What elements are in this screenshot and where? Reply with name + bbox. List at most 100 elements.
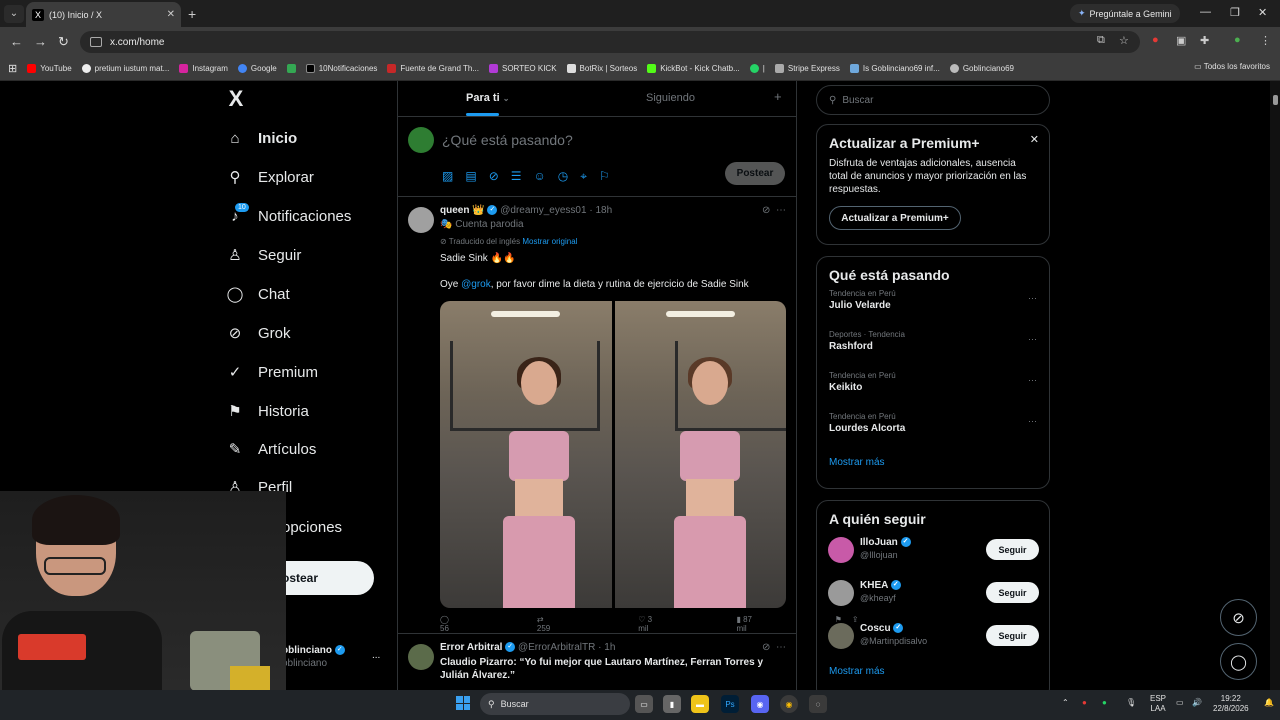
tweet[interactable]: queen 👑 ✓ @dreamy_eyess01 · 18h ⊘ ⋯ 🎭 Cu… [398,197,859,634]
sidebar-item-explorar[interactable]: ⚲ Explorar [226,165,314,189]
x-logo-icon[interactable]: X [222,85,250,113]
all-bookmarks[interactable]: ▭ Todos los favoritos [1194,62,1270,71]
forward-icon[interactable]: → [34,34,47,49]
sidebar-item-artículos[interactable]: ✎ Artículos [226,437,317,461]
tweet-handle[interactable]: @ErrorArbitralTR [518,642,595,653]
chrome-menu-icon[interactable]: ⋮ [1260,34,1271,47]
account-switcher[interactable]: oblinciano ✓ oblinciano ... [282,644,380,670]
taskbar-search[interactable]: ⚲ Buscar [480,693,630,715]
sidebar-item-premium[interactable]: ✓ Premium [226,360,318,384]
follow-avatar[interactable] [828,580,854,606]
tweet-author-name[interactable]: Error Arbitral [440,642,502,653]
bookmark-instagram[interactable]: Instagram [179,64,228,73]
follow-show-more[interactable]: Mostrar más [817,662,1049,687]
tweet-more-icon[interactable]: ⋯ [776,642,786,653]
trend-more-icon[interactable]: ⋯ [1028,293,1037,304]
tweet-more-icon[interactable]: ⋯ [776,205,786,216]
bookmark-kickbot[interactable]: KickBot - Kick Chatb... [647,64,740,73]
follow-avatar[interactable] [828,623,854,649]
taskbar-app-icon[interactable]: ▮ [663,695,681,713]
tray-whatsapp-icon[interactable]: ● [1102,698,1107,708]
bookmark-botrix[interactable]: BotRix | Sorteos [566,64,637,73]
back-icon[interactable]: ← [10,34,23,49]
windows-start-icon[interactable] [456,696,470,710]
add-tab-icon[interactable]: + [774,89,782,104]
new-tab-button[interactable]: + [188,6,196,22]
flag-icon[interactable]: ⚐ [599,169,610,184]
schedule-icon[interactable]: ◷ [558,169,568,184]
discord-icon[interactable]: ◉ [751,695,769,713]
sidebar-item-grok[interactable]: ⊘ Grok [226,321,291,345]
tab-para-ti[interactable]: Para ti ⌄ [466,92,509,116]
network-icon[interactable]: ▭ [1176,698,1184,708]
follow-button[interactable]: Seguir [986,539,1039,560]
trend-item[interactable]: Tendencia en Perú Keikito ⋯ [817,371,1049,412]
tweet-photo[interactable] [440,301,612,608]
bookmark-google[interactable]: Google [237,64,277,73]
follow-button[interactable]: Seguir [986,625,1039,646]
chrome-icon[interactable]: ◉ [780,695,798,713]
clock[interactable]: 19:22 22/8/2026 [1213,694,1249,714]
apps-grid-icon[interactable]: ⊞ [8,62,17,75]
poll-icon[interactable]: ☰ [511,169,522,184]
tweet-author-name[interactable]: queen [440,205,469,216]
install-app-icon[interactable]: ⧉ [1097,34,1105,47]
tray-chevron-icon[interactable]: ⌃ [1062,698,1069,708]
grok-compose-icon[interactable]: ⊘ [489,169,499,184]
repost-button[interactable]: ⇄ 259 [537,615,594,633]
sidebar-item-opciones[interactable]: ⋯opciones [282,515,342,539]
like-button[interactable]: ♡ 3 mil [638,615,692,633]
microphone-icon[interactable]: 🎙 [1126,698,1136,708]
follow-suggestion[interactable]: Coscu ✓ @Martinpdisalvo Seguir [817,619,1049,662]
tray-app-icon[interactable]: ● [1082,698,1087,708]
tweet-media[interactable] [440,301,786,608]
trend-more-icon[interactable]: ⋯ [1028,334,1037,345]
image-icon[interactable]: ▨ [442,169,453,184]
trend-item[interactable]: Deportes · Tendencia Rashford ⋯ [817,330,1049,371]
tab-list-button[interactable]: ⌄ [4,4,24,23]
compose-input[interactable]: ¿Qué está pasando? [442,132,573,148]
trend-more-icon[interactable]: ⋯ [1028,375,1037,386]
sidebar-item-inicio[interactable]: ⌂ Inicio [226,126,297,150]
bookmark-star-icon[interactable]: ☆ [1119,34,1129,47]
profile-avatar[interactable]: ● [1234,34,1241,46]
close-window-icon[interactable]: ✕ [1258,6,1267,19]
scrollbar[interactable] [1270,81,1280,690]
follow-avatar[interactable] [828,537,854,563]
emoji-icon[interactable]: ☺ [534,169,546,184]
sidebar-item-seguir[interactable]: ♙ Seguir [226,243,301,267]
grok-tweet-icon[interactable]: ⊘ [762,205,770,216]
sidebar-item-historia[interactable]: ⚑ Historia [226,399,309,423]
sidebar-item-notificaciones[interactable]: ♪ 10 Notificaciones [226,203,351,228]
follow-button[interactable]: Seguir [986,582,1039,603]
messages-float-button[interactable]: ◯ [1220,643,1257,680]
bookmark-fuente[interactable]: Fuente de Grand Th... [387,64,479,73]
bookmark-goblinciano[interactable]: Goblinciano69 [949,64,1014,73]
bookmark-unnamed[interactable] [286,64,296,73]
grok-tweet-icon[interactable]: ⊘ [762,642,770,653]
tweet-photo[interactable] [614,301,786,608]
photoshop-icon[interactable]: Ps [721,695,739,713]
grok-float-button[interactable]: ⊘ [1220,599,1257,636]
bookmark-youtube[interactable]: YouTube [27,64,72,73]
tweet[interactable]: Error Arbitral ✓ @ErrorArbitralTR · 1h ⊘… [398,634,796,690]
bookmark-goblinciano-info[interactable]: Is Goblinciano69 inf... [849,64,940,73]
tweet-avatar[interactable] [408,644,434,670]
tweet-handle[interactable]: @dreamy_eyess01 [500,205,586,216]
extension-red-icon[interactable]: ● [1152,34,1159,46]
trend-item[interactable]: Tendencia en Perú Julio Velarde ⋯ [817,289,1049,330]
task-view-icon[interactable]: ▭ [635,695,653,713]
location-icon[interactable]: ⌖ [580,169,587,184]
volume-icon[interactable]: 🔊 [1192,698,1202,708]
user-avatar[interactable] [408,127,434,153]
sidebar-item-chat[interactable]: ◯ Chat [226,282,290,306]
views-button[interactable]: ▮ 87 mil [736,615,790,633]
account-more-icon[interactable]: ... [372,649,380,662]
minimize-icon[interactable]: — [1200,6,1211,18]
reload-icon[interactable]: ↻ [58,34,69,50]
trend-item[interactable]: Tendencia en Perú Lourdes Alcorta ⋯ [817,412,1049,453]
notifications-icon[interactable]: 🔔 [1264,698,1274,708]
site-info-icon[interactable] [90,37,102,47]
file-explorer-icon[interactable]: ▬ [691,695,709,713]
compose-post-button[interactable]: Postear [725,162,785,185]
